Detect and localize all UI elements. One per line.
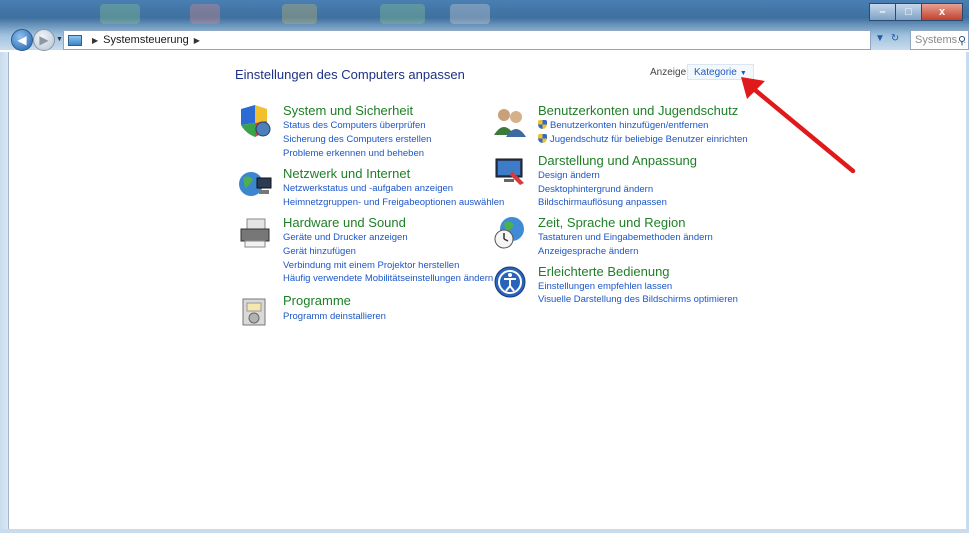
chevron-down-icon: ▼: [739, 70, 747, 77]
category-ease-of-access: Erleichterte Bedienung Einstellungen emp…: [492, 264, 742, 310]
search-input[interactable]: Systems... ⚲: [910, 30, 969, 50]
category-link[interactable]: Design ändern: [538, 170, 600, 181]
category-link[interactable]: Probleme erkennen und beheben: [283, 148, 424, 159]
window-frame-left: [0, 52, 9, 533]
category-title[interactable]: Hardware und Sound: [283, 215, 406, 230]
category-title[interactable]: Darstellung und Anpassung: [538, 153, 697, 168]
address-row: ◀ ▶ ▼ ▶ Systemsteuerung ▶ ▼ ↻ Systems...…: [0, 28, 969, 52]
recent-pages-dropdown[interactable]: ▼: [56, 36, 63, 43]
back-button[interactable]: ◀: [11, 29, 33, 51]
blurred-thumbnail: [190, 4, 220, 24]
category-link[interactable]: Bildschirmauflösung anpassen: [538, 197, 667, 208]
breadcrumb-separator-icon[interactable]: ▶: [194, 36, 200, 45]
category-link[interactable]: Visuelle Darstellung des Bildschirms opt…: [538, 294, 738, 305]
network-internet-icon: [239, 172, 272, 196]
category-link-text: Jugendschutz für beliebige Benutzer einr…: [550, 134, 748, 145]
category-title[interactable]: Benutzerkonten und Jugendschutz: [538, 103, 738, 118]
system-security-icon: [241, 105, 271, 137]
category-appearance: Darstellung und Anpassung Design ändern …: [492, 153, 742, 211]
appearance-icon: [495, 158, 524, 185]
user-accounts-icon: [494, 109, 526, 137]
window-frame-bottom: [0, 529, 969, 533]
category-link[interactable]: Verbindung mit einem Projektor herstelle…: [283, 260, 459, 271]
category-hardware-sound: Hardware und Sound Geräte und Drucker an…: [237, 215, 497, 285]
category-link[interactable]: Benutzerkonten hinzufügen/entfernen: [538, 120, 708, 131]
address-dropdown-icon[interactable]: ▼: [875, 33, 885, 44]
annotation-arrow-icon: [741, 77, 856, 174]
category-link[interactable]: Netzwerkstatus und -aufgaben anzeigen: [283, 183, 453, 194]
category-title[interactable]: System und Sicherheit: [283, 103, 413, 118]
maximize-button[interactable]: □: [895, 3, 921, 21]
refresh-icon[interactable]: ↻: [891, 33, 899, 44]
breadcrumb-control-panel[interactable]: Systemsteuerung: [103, 34, 189, 46]
blurred-thumbnail: [100, 4, 140, 24]
window-controls: – □ x: [869, 3, 963, 21]
shield-icon: [538, 134, 547, 143]
close-button[interactable]: x: [921, 3, 963, 21]
blurred-thumbnail: [380, 4, 425, 24]
control-panel-icon: [68, 34, 82, 46]
arrow-left-icon: ◀: [17, 33, 27, 47]
view-value: Kategorie: [694, 67, 737, 78]
category-link[interactable]: Anzeigesprache ändern: [538, 246, 638, 257]
category-link[interactable]: Gerät hinzufügen: [283, 246, 356, 257]
ease-of-access-icon: [494, 266, 526, 298]
minimize-button[interactable]: –: [869, 3, 895, 21]
category-link[interactable]: Programm deinstallieren: [283, 311, 386, 322]
category-link[interactable]: Sicherung des Computers erstellen: [283, 134, 431, 145]
category-link[interactable]: Geräte und Drucker anzeigen: [283, 232, 408, 243]
category-link[interactable]: Desktophintergrund ändern: [538, 184, 653, 195]
category-title[interactable]: Netzwerk und Internet: [283, 166, 410, 181]
chevron-down-icon: ▼: [56, 36, 63, 43]
forward-button[interactable]: ▶: [33, 29, 55, 51]
category-link[interactable]: Status des Computers überprüfen: [283, 120, 426, 131]
category-link[interactable]: Einstellungen empfehlen lassen: [538, 281, 672, 292]
search-icon[interactable]: ⚲: [958, 34, 966, 47]
view-label: Anzeige:: [650, 67, 689, 78]
hardware-sound-icon: [240, 218, 270, 248]
category-link-text: Benutzerkonten hinzufügen/entfernen: [550, 120, 709, 131]
category-link[interactable]: Häufig verwendete Mobilitätseinstellunge…: [283, 273, 493, 284]
category-network-internet: Netzwerk und Internet Netzwerkstatus und…: [237, 166, 504, 212]
category-link[interactable]: Jugendschutz für beliebige Benutzer einr…: [538, 134, 748, 145]
blurred-thumbnail: [282, 4, 317, 24]
view-by-dropdown[interactable]: Kategorie ▼: [687, 64, 754, 80]
address-bar[interactable]: ▶ Systemsteuerung ▶: [63, 30, 871, 50]
category-programs: Programme Programm deinstallieren: [237, 293, 437, 327]
address-tools: ▼ ↻: [875, 33, 899, 44]
category-title[interactable]: Zeit, Sprache und Region: [538, 215, 685, 230]
page-title: Einstellungen des Computers anpassen: [235, 67, 465, 82]
category-link[interactable]: Heimnetzgruppen- und Freigabeoptionen au…: [283, 197, 504, 208]
category-title[interactable]: Erleichterte Bedienung: [538, 264, 670, 279]
programs-icon: [242, 298, 266, 326]
taskbar-thumbnails: [0, 0, 969, 28]
category-user-accounts: Benutzerkonten und Jugendschutz Benutzer…: [492, 103, 748, 149]
shield-icon: [538, 120, 547, 129]
category-title[interactable]: Programme: [283, 293, 351, 308]
arrow-right-icon: ▶: [39, 33, 49, 47]
category-link[interactable]: Tastaturen und Eingabemethoden ändern: [538, 232, 713, 243]
breadcrumb-separator-icon[interactable]: ▶: [92, 36, 98, 45]
category-clock-language-region: Zeit, Sprache und Region Tastaturen und …: [492, 215, 742, 261]
blurred-thumbnail: [450, 4, 490, 24]
category-system-security: System und Sicherheit Status des Compute…: [237, 103, 487, 163]
clock-language-region-icon: [494, 217, 524, 249]
